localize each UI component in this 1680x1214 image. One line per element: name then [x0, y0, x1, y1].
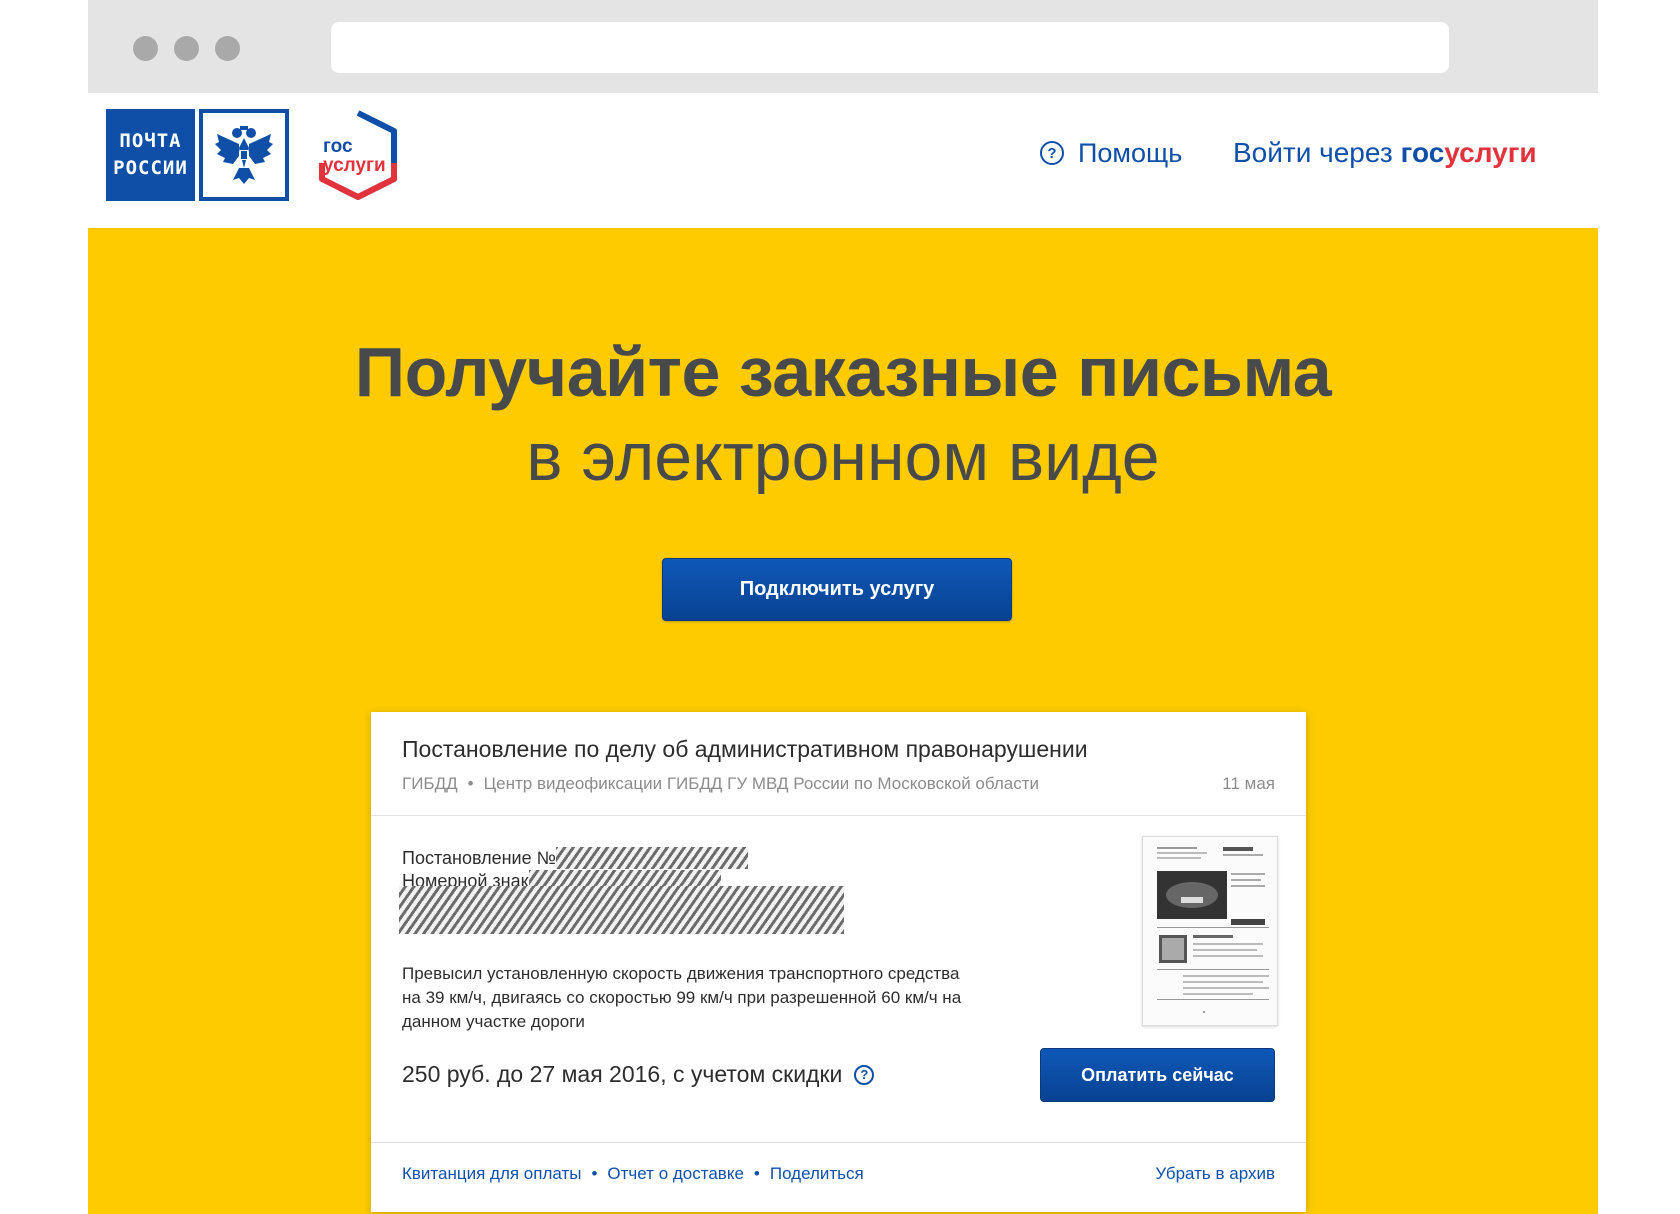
card-actions: Квитанция для оплаты • Отчет о доставке …: [402, 1164, 864, 1184]
archive-link[interactable]: Убрать в архив: [1155, 1164, 1275, 1184]
violation-description: Превысил установленную скорость движения…: [402, 964, 962, 1031]
decree-number-label: Постановление №: [402, 847, 556, 868]
window-close-dot[interactable]: [133, 36, 158, 61]
login-brand-gos: гос: [1400, 137, 1445, 168]
browser-chrome: [88, 0, 1598, 93]
connect-service-button[interactable]: Подключить услугу: [662, 558, 1012, 621]
pay-now-button[interactable]: Оплатить сейчас: [1040, 1048, 1275, 1102]
pochta-logo-line1: ПОЧТА: [119, 130, 182, 152]
login-gosuslugi-link[interactable]: Войти через гос услуги: [1233, 137, 1537, 169]
delivery-report-link[interactable]: Отчет о доставке: [607, 1164, 743, 1184]
login-prefix: Войти через: [1233, 137, 1393, 168]
pochta-rossii-logo[interactable]: ПОЧТА РОССИИ: [106, 109, 289, 201]
card-divider-top: [371, 815, 1306, 816]
bullet-separator: •: [591, 1164, 598, 1183]
letter-sender: ГИБДД: [402, 774, 458, 793]
redacted-decree-number: [555, 847, 748, 869]
question-circle-icon: ?: [1040, 141, 1064, 165]
letter-sender-detail: Центр видеофиксации ГИБДД ГУ МВД России …: [483, 774, 1040, 793]
login-brand-uslugi: услуги: [1444, 137, 1537, 168]
hero-subtitle: в электронном виде: [526, 419, 1160, 495]
redacted-details-block: [399, 886, 844, 934]
gos-logo-line2: услуги: [323, 155, 386, 176]
payment-amount: 250 руб. до 27 мая 2016, с учетом скидки…: [402, 1061, 875, 1088]
decree-number-line: Постановление №: [402, 847, 748, 869]
window-maximize-dot[interactable]: [215, 36, 240, 61]
eagle-emblem-icon: [199, 109, 289, 201]
card-divider-bottom: [371, 1142, 1306, 1143]
letter-meta: ГИБДД • Центр видеофиксации ГИБДД ГУ МВД…: [402, 774, 1039, 794]
pochta-logo-line2: РОССИИ: [113, 157, 188, 179]
letter-title: Постановление по делу об административно…: [402, 736, 1088, 762]
address-bar[interactable]: [331, 22, 1449, 73]
hero-section: Получайте заказные письма в электронном …: [88, 228, 1598, 1214]
bullet-separator: •: [467, 774, 474, 793]
letter-card: Постановление по делу об административно…: [371, 712, 1306, 1212]
bullet-separator: •: [753, 1164, 760, 1183]
discount-help-icon[interactable]: ?: [854, 1064, 875, 1085]
document-thumbnail[interactable]: [1142, 836, 1278, 1026]
document-preview-image: [1157, 847, 1269, 1013]
window-minimize-dot[interactable]: [174, 36, 199, 61]
browser-window: ПОЧТА РОССИИ гос услуги ? Помощь Войти ч…: [88, 0, 1598, 1214]
gos-logo-line1: гос: [323, 136, 353, 157]
receipt-link[interactable]: Квитанция для оплаты: [402, 1164, 581, 1184]
gosuslugi-logo[interactable]: гос услуги: [314, 107, 402, 203]
share-link[interactable]: Поделиться: [770, 1164, 864, 1184]
pochta-logo-wordmark: ПОЧТА РОССИИ: [106, 109, 195, 201]
site-header: ПОЧТА РОССИИ гос услуги ? Помощь Войти ч…: [88, 93, 1598, 228]
hero-title: Получайте заказные письма: [354, 333, 1332, 411]
help-link[interactable]: ? Помощь: [1040, 137, 1182, 169]
letter-date: 11 мая: [1222, 774, 1275, 793]
gosuslugi-logo-wordmark: гос услуги: [323, 137, 386, 175]
payment-amount-text: 250 руб. до 27 мая 2016, с учетом скидки: [402, 1061, 843, 1087]
help-label: Помощь: [1078, 137, 1183, 168]
